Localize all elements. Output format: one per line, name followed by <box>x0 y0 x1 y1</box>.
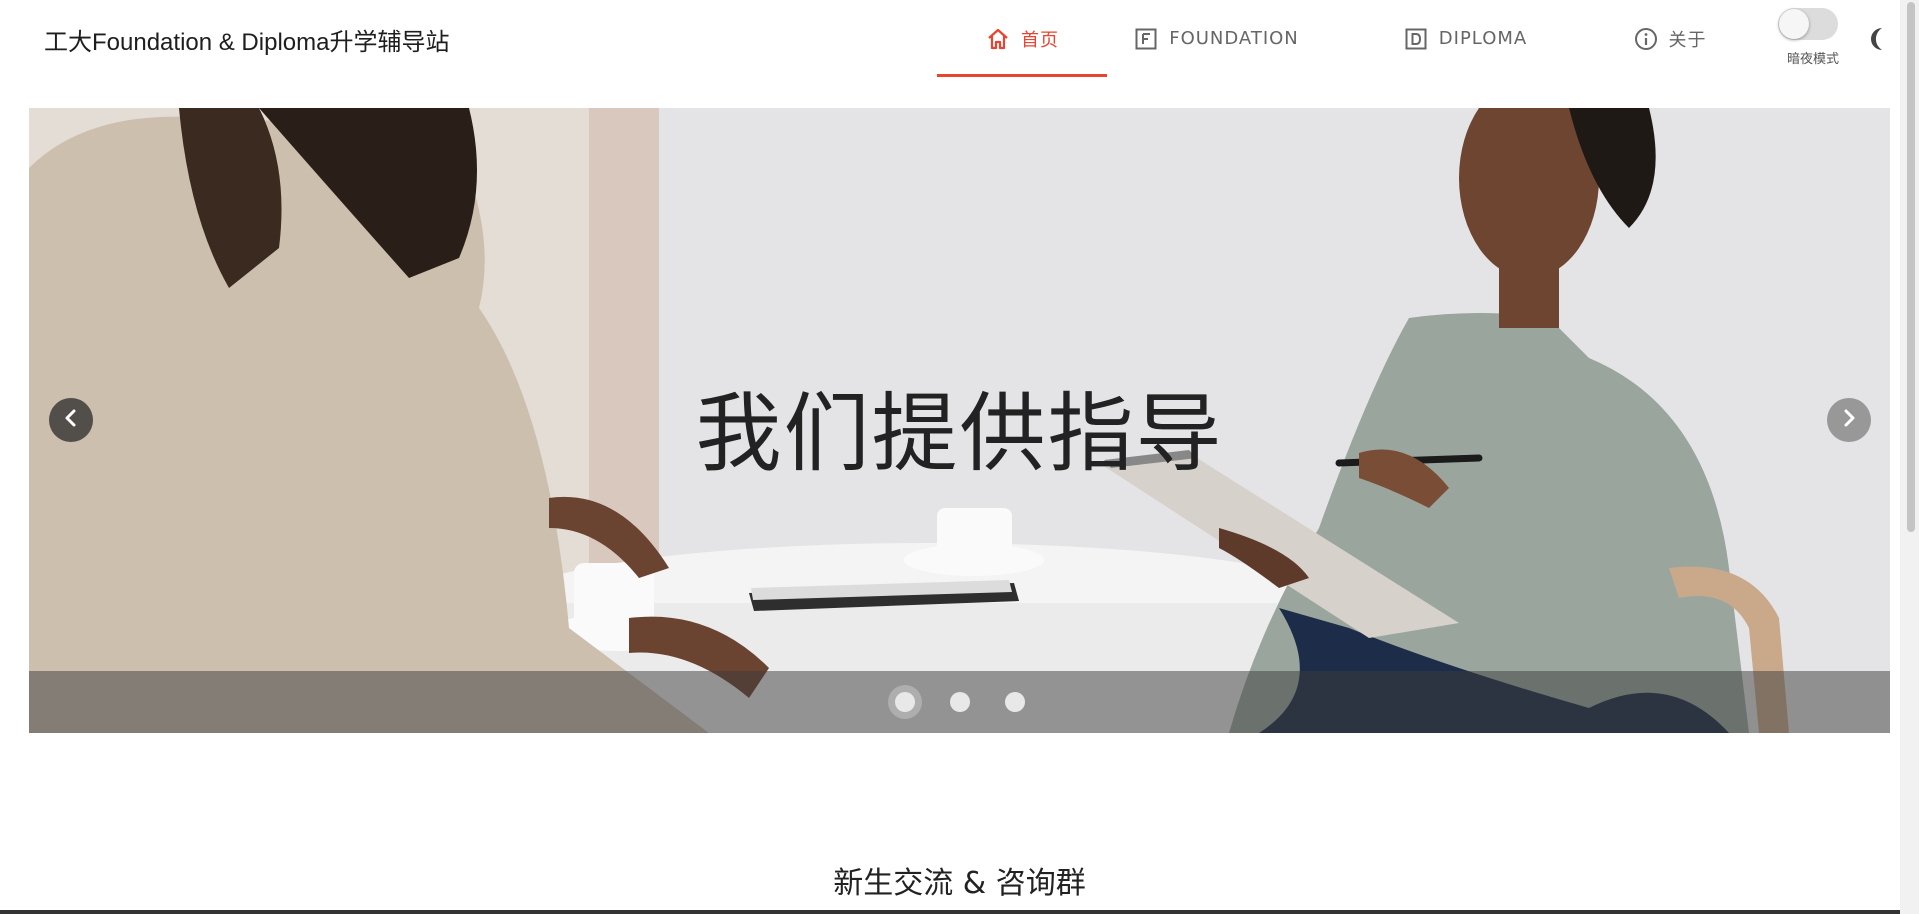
tab-about[interactable]: 关于 <box>1622 0 1717 77</box>
section-divider <box>0 910 1900 914</box>
carousel-next-button[interactable] <box>1827 398 1871 442</box>
tab-foundation[interactable]: FOUNDATION <box>1131 0 1301 77</box>
carousel-dot-1[interactable] <box>895 692 915 712</box>
carousel-prev-button[interactable] <box>49 398 93 442</box>
moon-icon[interactable] <box>1862 24 1892 54</box>
home-icon <box>985 26 1011 52</box>
page-scrollbar[interactable] <box>1900 0 1919 914</box>
letter-f-box-icon <box>1133 26 1159 52</box>
dark-mode-label: 暗夜模式 <box>1786 52 1839 67</box>
section-title: 新生交流 & 咨询群 <box>833 866 1086 901</box>
top-navbar: 工大Foundation & Diploma升学辅导站 首页 FOUNDATIO… <box>0 0 1900 77</box>
tab-home[interactable]: 首页 <box>937 0 1107 77</box>
tab-diploma[interactable]: DIPLOMA <box>1400 0 1530 77</box>
tab-about-label: 关于 <box>1668 29 1707 51</box>
tab-diploma-label: DIPLOMA <box>1438 28 1528 49</box>
carousel-dot-2[interactable] <box>950 692 970 712</box>
tab-foundation-label: FOUNDATION <box>1169 28 1299 49</box>
tab-home-label: 首页 <box>1021 29 1059 51</box>
letter-d-box-icon <box>1403 26 1429 52</box>
dark-mode-toggle[interactable] <box>1778 8 1838 40</box>
slide-caption: 我们提供指导 <box>695 384 1224 484</box>
chevron-right-icon <box>1839 408 1859 432</box>
toggle-knob <box>1779 9 1809 39</box>
site-title[interactable]: 工大Foundation & Diploma升学辅导站 <box>44 22 449 57</box>
scrollbar-thumb[interactable] <box>1907 2 1915 532</box>
carousel-dot-3[interactable] <box>1005 692 1025 712</box>
chevron-left-icon <box>61 408 81 432</box>
info-circle-icon <box>1633 26 1659 52</box>
hero-carousel[interactable]: 我们提供指导 <box>29 108 1890 733</box>
carousel-indicators <box>29 671 1890 733</box>
